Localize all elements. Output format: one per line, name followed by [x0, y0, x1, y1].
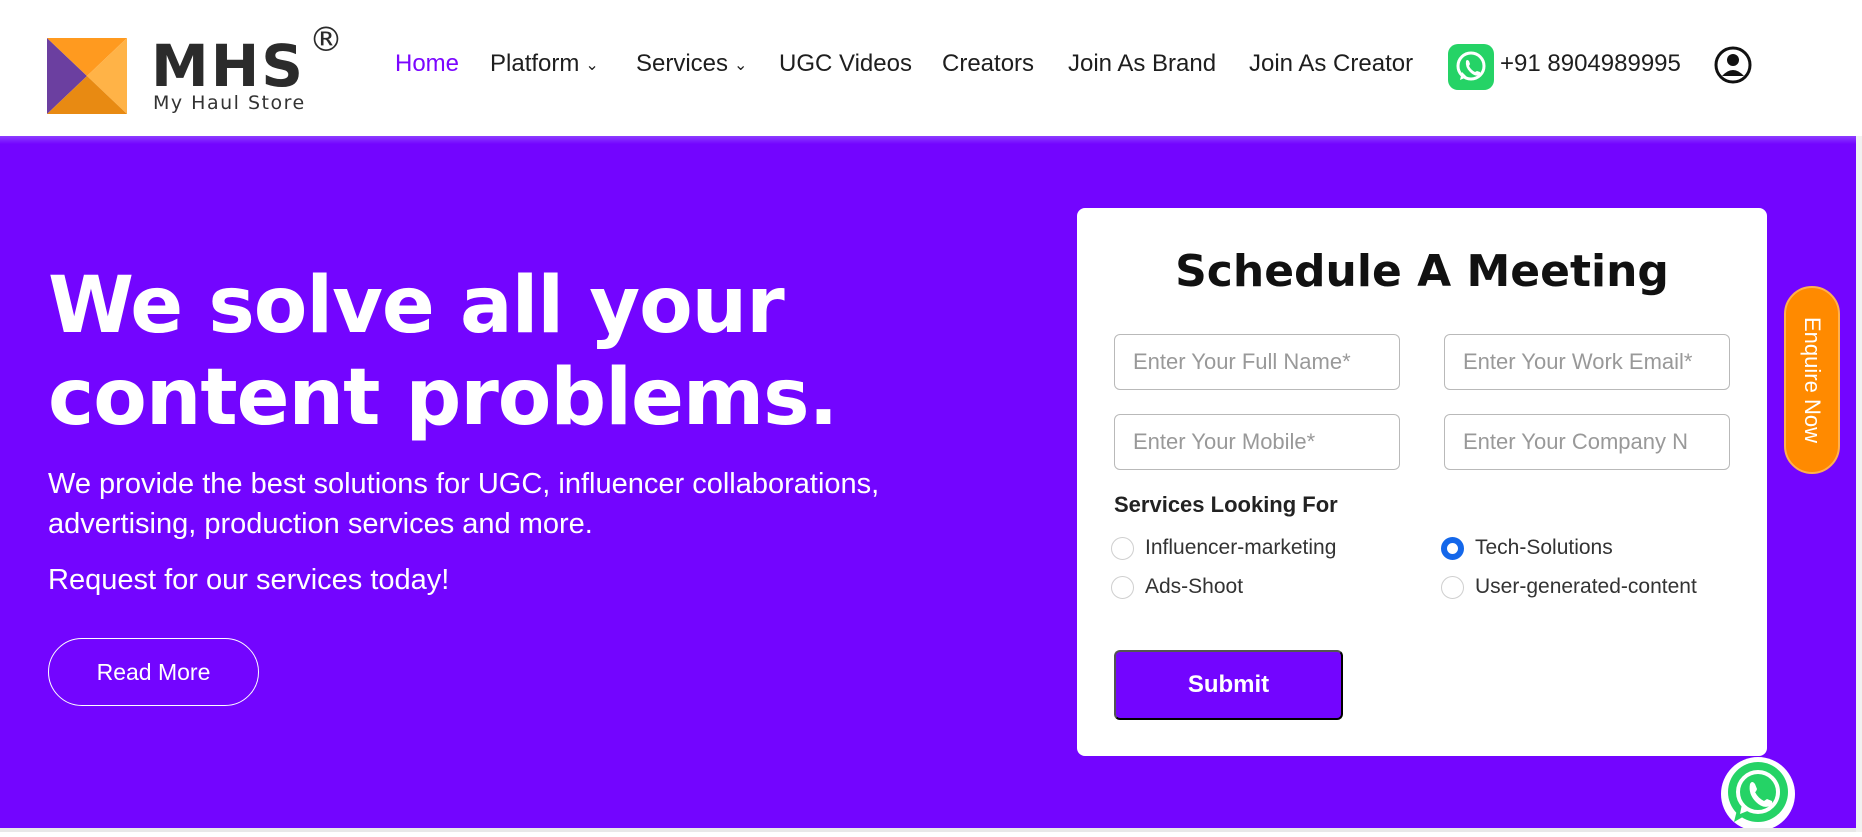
nav-ugc-videos[interactable]: UGC Videos	[779, 50, 912, 78]
radio-label: Ads-Shoot	[1145, 575, 1244, 598]
radio-user-generated-content[interactable]: User-generated-content	[1441, 575, 1697, 599]
radio-label: Influencer-marketing	[1145, 536, 1337, 559]
submit-button[interactable]: Submit	[1114, 650, 1343, 720]
whatsapp-icon[interactable]	[1448, 44, 1494, 90]
brand-tagline: My Haul Store	[153, 92, 306, 114]
hero-headline-line2: content problems.	[48, 353, 838, 443]
radio-influencer-marketing[interactable]: Influencer-marketing	[1111, 536, 1336, 560]
nav-platform[interactable]: Platform ⌄	[490, 50, 599, 78]
form-title: Schedule A Meeting	[1175, 246, 1669, 297]
full-name-input[interactable]: Enter Your Full Name*	[1114, 334, 1400, 390]
nav-home[interactable]: Home	[395, 50, 459, 78]
hero-subtext: We provide the best solutions for UGC, i…	[48, 468, 880, 540]
nav-services[interactable]: Services ⌄	[636, 50, 747, 78]
company-input[interactable]: Enter Your Company N	[1444, 414, 1730, 470]
enquire-now-label: Enquire Now	[1800, 317, 1825, 443]
user-account-icon[interactable]	[1714, 46, 1752, 84]
whatsapp-float-icon[interactable]	[1720, 756, 1796, 832]
brand-name: MHS	[151, 32, 306, 100]
schedule-meeting-form: Schedule A Meeting Enter Your Full Name*…	[1077, 208, 1767, 756]
hero-request-text: Request for our services today!	[48, 564, 450, 596]
radio-ads-shoot[interactable]: Ads-Shoot	[1111, 575, 1243, 599]
nav-platform-label: Platform	[490, 50, 580, 77]
phone-number-link[interactable]: +91 8904989995	[1500, 50, 1681, 78]
nav-join-as-brand[interactable]: Join As Brand	[1068, 50, 1216, 78]
mobile-input[interactable]: Enter Your Mobile*	[1114, 414, 1400, 470]
nav-creators[interactable]: Creators	[942, 50, 1034, 78]
section-divider	[0, 828, 1856, 832]
chevron-down-icon: ⌄	[734, 56, 748, 74]
services-label: Services Looking For	[1114, 492, 1338, 517]
enquire-now-tab[interactable]: Enquire Now	[1784, 286, 1840, 474]
radio-button[interactable]	[1111, 536, 1134, 560]
radio-button-selected[interactable]	[1441, 536, 1464, 560]
hero-top-shadow	[0, 136, 1856, 144]
radio-button[interactable]	[1111, 575, 1134, 599]
radio-button[interactable]	[1441, 575, 1464, 599]
nav-services-label: Services	[636, 50, 729, 77]
work-email-input[interactable]: Enter Your Work Email*	[1444, 334, 1730, 390]
radio-label: Tech-Solutions	[1475, 536, 1613, 559]
nav-join-as-creator[interactable]: Join As Creator	[1249, 50, 1413, 78]
registered-mark: ®	[309, 20, 343, 60]
mhs-logo-icon	[47, 38, 127, 114]
radio-label: User-generated-content	[1475, 575, 1697, 598]
hero-section: We solve all your content problems. We p…	[0, 136, 1856, 828]
hero-headline-line1: We solve all your	[48, 261, 785, 351]
hero-headline: We solve all your content problems.	[48, 260, 948, 444]
read-more-button[interactable]: Read More	[48, 638, 259, 706]
site-header: MHS ® My Haul Store Home Platform ⌄ Servi…	[0, 0, 1862, 136]
radio-tech-solutions[interactable]: Tech-Solutions	[1441, 536, 1613, 560]
brand-logo[interactable]: MHS ® My Haul Store	[47, 20, 347, 116]
chevron-down-icon: ⌄	[585, 56, 599, 74]
